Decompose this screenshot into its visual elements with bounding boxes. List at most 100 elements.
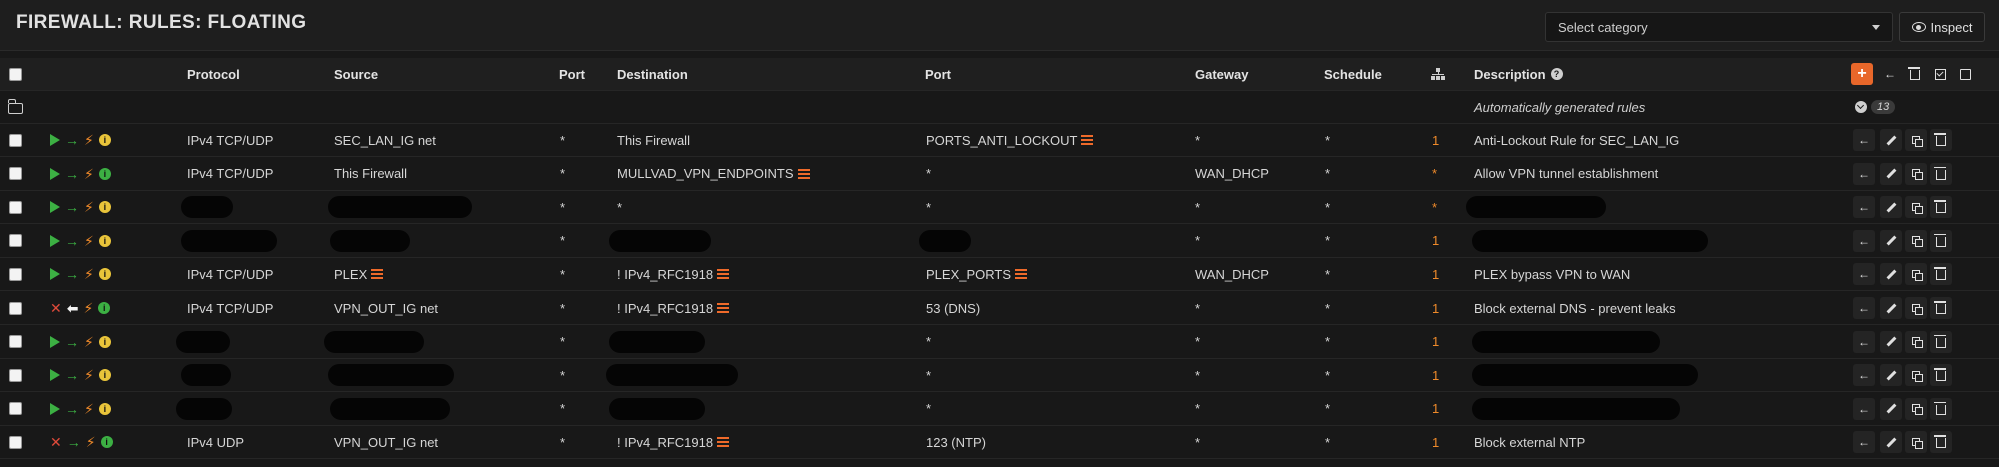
move-selected-button[interactable]: ← xyxy=(1879,63,1901,85)
info-circle-icon[interactable]: i xyxy=(98,234,111,247)
rule-dest-port-text: 123 (NTP) xyxy=(926,434,986,450)
clone-rule-button[interactable] xyxy=(1905,162,1927,185)
play-icon[interactable] xyxy=(50,134,60,146)
info-circle-icon[interactable]: i xyxy=(98,134,111,146)
edit-rule-button[interactable] xyxy=(1880,129,1902,151)
disable-selected-button[interactable] xyxy=(1954,63,1976,85)
info-circle-icon[interactable]: i xyxy=(98,402,111,415)
move-rule-button[interactable]: ← xyxy=(1853,129,1875,151)
x-icon[interactable]: ✕ xyxy=(50,301,62,315)
row-checkbox[interactable] xyxy=(9,167,22,181)
expand-group-badge[interactable]: 13 xyxy=(1855,100,1896,114)
help-icon[interactable]: ? xyxy=(1550,68,1563,80)
play-icon[interactable] xyxy=(50,268,60,281)
clone-rule-button[interactable] xyxy=(1905,364,1927,387)
info-circle-icon[interactable]: i xyxy=(98,335,111,348)
info-circle-icon[interactable]: i xyxy=(98,302,111,314)
delete-rule-button[interactable] xyxy=(1930,431,1952,454)
move-rule-button[interactable]: ← xyxy=(1853,397,1875,420)
move-rule-button[interactable]: ← xyxy=(1853,229,1875,252)
delete-rule-button[interactable] xyxy=(1930,196,1952,219)
clone-rule-button[interactable] xyxy=(1905,330,1927,353)
list-icon[interactable] xyxy=(717,269,730,280)
clone-rule-button[interactable] xyxy=(1905,229,1927,252)
edit-rule-button[interactable] xyxy=(1880,229,1902,252)
row-checkbox[interactable] xyxy=(9,335,22,349)
list-icon[interactable] xyxy=(717,437,730,448)
play-icon[interactable] xyxy=(50,369,60,382)
clone-rule-button[interactable] xyxy=(1905,297,1927,319)
info-circle-icon[interactable]: i xyxy=(98,201,111,214)
row-checkbox[interactable] xyxy=(9,301,22,315)
delete-selected-button[interactable] xyxy=(1904,63,1926,85)
info-circle-icon[interactable]: i xyxy=(98,167,111,180)
row-checkbox[interactable] xyxy=(9,200,22,214)
rule-gateway-text: * xyxy=(1195,434,1201,450)
move-rule-button[interactable]: ← xyxy=(1853,196,1875,219)
row-checkbox[interactable] xyxy=(9,368,22,382)
enable-selected-button[interactable] xyxy=(1929,63,1951,85)
rule-destination: ! IPv4_RFC1918 xyxy=(617,426,730,458)
move-rule-button[interactable]: ← xyxy=(1853,263,1875,286)
list-icon[interactable] xyxy=(371,269,384,280)
clone-rule-button[interactable] xyxy=(1905,263,1927,286)
clone-rule-button[interactable] xyxy=(1905,397,1927,420)
edit-rule-button[interactable] xyxy=(1880,397,1902,420)
add-rule-button[interactable]: + xyxy=(1851,63,1873,85)
edit-rule-button[interactable] xyxy=(1880,431,1902,454)
pencil-icon xyxy=(1886,437,1896,448)
edit-rule-button[interactable] xyxy=(1880,263,1902,286)
row-checkbox[interactable] xyxy=(9,234,22,248)
row-checkbox[interactable] xyxy=(9,267,22,281)
clone-rule-button[interactable] xyxy=(1905,129,1927,151)
list-icon[interactable] xyxy=(797,168,810,179)
list-icon[interactable] xyxy=(717,303,730,313)
row-checkbox[interactable] xyxy=(9,435,22,449)
auto-rules-group-row[interactable]: Automatically generated rules 13 xyxy=(0,91,1999,124)
play-icon[interactable] xyxy=(50,167,60,180)
play-icon[interactable] xyxy=(50,335,60,348)
category-select[interactable]: Select category xyxy=(1545,12,1893,42)
row-checkbox[interactable] xyxy=(9,133,22,147)
edit-rule-button[interactable] xyxy=(1880,297,1902,319)
move-rule-button[interactable]: ← xyxy=(1853,162,1875,185)
rule-port: * xyxy=(560,258,565,290)
list-icon[interactable] xyxy=(1081,135,1094,145)
inspect-button[interactable]: Inspect xyxy=(1899,12,1985,42)
edit-rule-button[interactable] xyxy=(1880,162,1902,185)
move-rule-button[interactable]: ← xyxy=(1853,431,1875,454)
edit-rule-button[interactable] xyxy=(1880,196,1902,219)
move-rule-button[interactable]: ← xyxy=(1853,330,1875,353)
play-icon[interactable] xyxy=(50,402,60,415)
rule-destination: ! IPv4_RFC1918 xyxy=(617,292,730,324)
delete-rule-button[interactable] xyxy=(1930,330,1952,353)
delete-rule-button[interactable] xyxy=(1930,364,1952,387)
delete-rule-button[interactable] xyxy=(1930,162,1952,185)
table-row: → ⚡ i IPv4 TCP/UDP This Firewall * MULLVAD_VPN… xyxy=(0,158,1999,191)
row-checkbox[interactable] xyxy=(9,402,22,416)
rule-protocol: IPv4 TCP/UDP xyxy=(187,124,273,156)
edit-rule-button[interactable] xyxy=(1880,364,1902,387)
info-circle-icon[interactable]: i xyxy=(98,369,111,382)
delete-rule-button[interactable] xyxy=(1930,397,1952,420)
clone-rule-button[interactable] xyxy=(1905,196,1927,219)
delete-rule-button[interactable] xyxy=(1930,263,1952,286)
edit-rule-button[interactable] xyxy=(1880,330,1902,353)
play-icon[interactable] xyxy=(50,201,60,214)
x-icon[interactable]: ✕ xyxy=(50,435,62,449)
rule-schedule-text: * xyxy=(1325,334,1331,350)
rule-source-text: SEC_LAN_IG net xyxy=(334,132,436,148)
select-all-checkbox[interactable] xyxy=(9,67,22,81)
delete-rule-button[interactable] xyxy=(1930,297,1952,319)
trash-icon xyxy=(1934,200,1946,214)
info-circle-icon[interactable]: i xyxy=(98,268,111,281)
list-icon[interactable] xyxy=(1015,269,1028,280)
play-icon[interactable] xyxy=(50,234,60,247)
clone-rule-button[interactable] xyxy=(1905,431,1927,454)
info-circle-icon[interactable]: i xyxy=(100,436,113,449)
delete-rule-button[interactable] xyxy=(1930,129,1952,151)
lightning-bolt-icon: ⚡ xyxy=(84,132,94,148)
delete-rule-button[interactable] xyxy=(1930,229,1952,252)
move-rule-button[interactable]: ← xyxy=(1853,364,1875,387)
move-rule-button[interactable]: ← xyxy=(1853,297,1875,319)
